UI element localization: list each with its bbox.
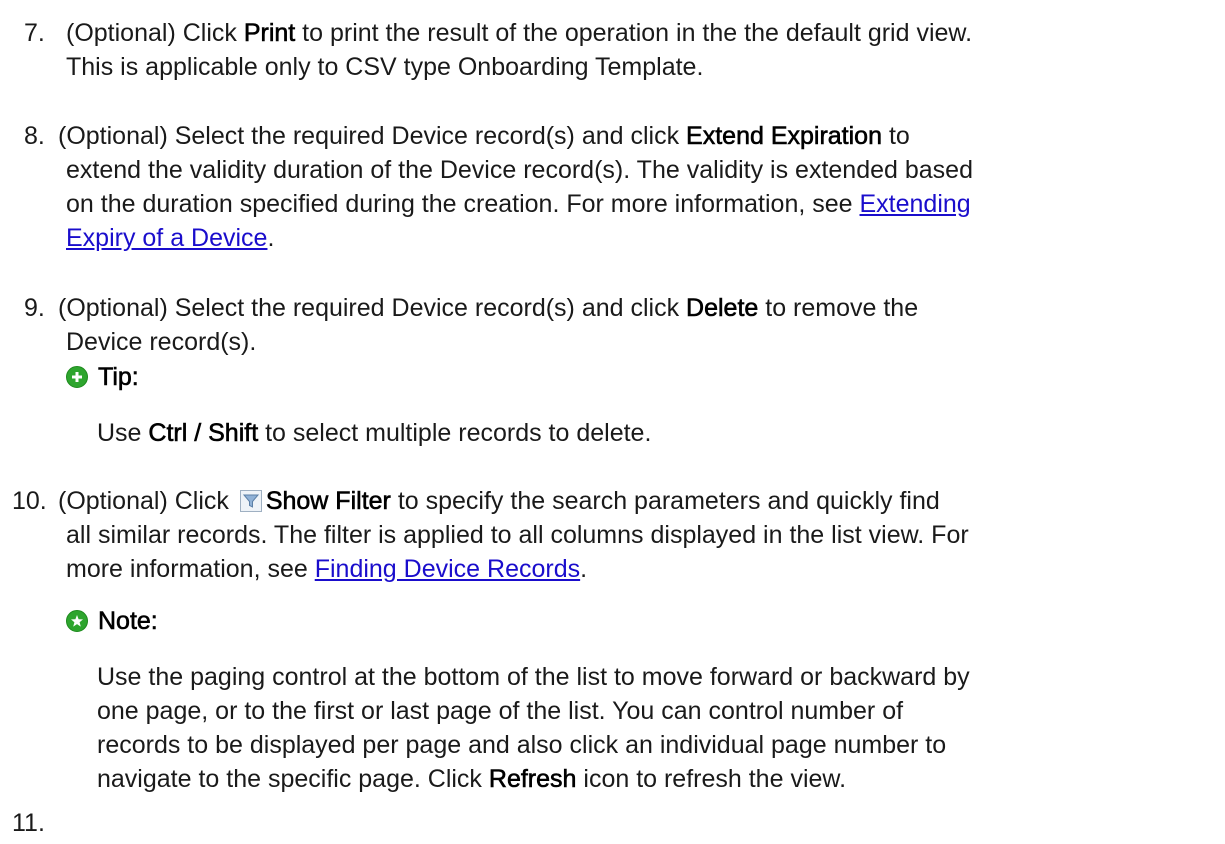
step-line: all similar records. The filter is appli… [66,521,969,549]
link-extending-expiry-cont[interactable]: Expiry of a Device [66,224,267,252]
filter-icon [239,487,262,512]
step-line: This is applicable only to CSV type Onbo… [66,53,704,81]
step-text: (Optional) Click Show Filter to specify … [58,484,1208,586]
tip-line: Use Ctrl / Shift to select multiple reco… [97,416,1207,450]
ui-term-refresh: Refresh [488,765,577,794]
ui-term-ctrl-shift: Ctrl / Shift [148,419,259,448]
note-callout-title: Note: [66,604,158,638]
text-segment: (Optional) Click [66,19,244,47]
step-line: Device record(s). [66,328,257,356]
text-segment: icon to refresh the view. [576,765,847,793]
ui-term-extend-expiration: Extend Expiration [686,122,883,151]
step-number: 11. [12,809,45,837]
step-line: (Optional) Select the required Device re… [58,119,1208,153]
ui-term-print: Print [243,19,296,48]
text-segment: to print the result of the operation in … [295,19,973,47]
link-extending-expiry[interactable]: Extending [860,190,971,218]
step-line: extend the validity duration of the Devi… [66,156,973,184]
step-line: (Optional) Select the required Device re… [58,291,1208,325]
text-segment: (Optional) Select the required Device re… [58,122,687,150]
text-segment: to specify the search parameters and qui… [390,487,940,515]
note-line: navigate to the specific page. Click Ref… [97,762,1207,796]
note-line: Use the paging control at the bottom of … [97,663,970,691]
text-segment: (Optional) Click [58,487,236,515]
note-line: records to be displayed per page and als… [97,731,947,759]
step-line: on the duration specified during the cre… [58,187,1208,221]
note-title: Note: [98,607,158,636]
text-segment: navigate to the specific page. Click [97,765,489,793]
text-segment: . [267,224,275,252]
ui-term-delete: Delete [686,294,759,323]
step-line: more information, see Finding Device Rec… [58,552,1208,586]
link-finding-device-records[interactable]: Finding Device Records [315,555,580,583]
text-segment: more information, see [66,555,315,583]
step-line: Expiry of a Device. [58,221,1208,255]
tip-body: Use Ctrl / Shift to select multiple reco… [97,416,1207,450]
tip-callout-title: Tip: [66,360,139,394]
text-segment: on the duration specified during the cre… [66,190,860,218]
note-body: Use the paging control at the bottom of … [97,660,1207,796]
text-segment: (Optional) Select the required Device re… [58,294,687,322]
ui-term-show-filter: Show Filter [265,487,392,516]
tip-title: Tip: [98,363,139,392]
step-line: (Optional) Click Print to print the resu… [66,16,1216,50]
note-line: one page, or to the first or last page o… [97,697,904,725]
plus-circle-icon [66,366,88,388]
text-segment: to remove the [758,294,919,322]
step-line: (Optional) Click Show Filter to specify … [58,484,1208,518]
text-segment: to [882,122,910,150]
step-text: (Optional) Click Print to print the resu… [66,16,1216,84]
step-text: (Optional) Select the required Device re… [58,119,1208,255]
text-segment: . [580,555,588,583]
text-segment: to select multiple records to delete. [258,419,652,447]
step-number: 10. [12,487,47,515]
text-segment: Use [97,419,149,447]
step-text: (Optional) Select the required Device re… [58,291,1208,359]
step-number: 7. [24,19,45,47]
star-circle-icon [66,610,88,632]
